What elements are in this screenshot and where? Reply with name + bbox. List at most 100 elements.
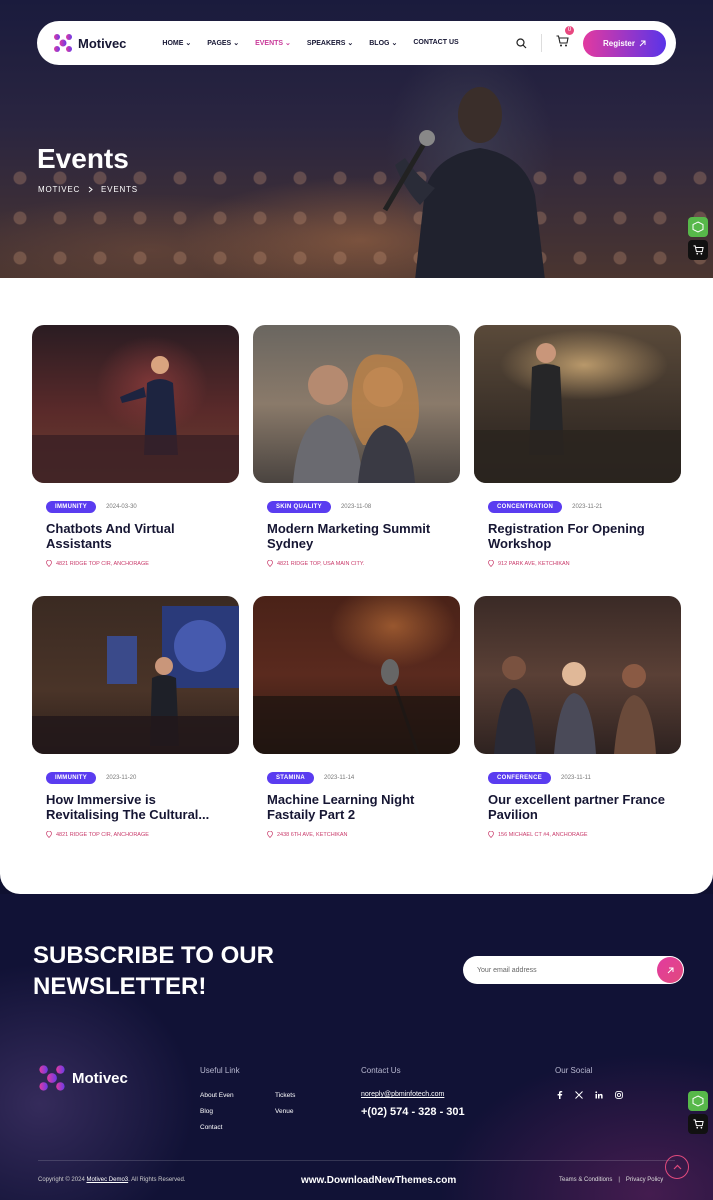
- useful-link-heading: Useful Link: [200, 1066, 240, 1075]
- chevron-up-icon: [673, 1164, 681, 1170]
- event-image[interactable]: [474, 596, 681, 754]
- search-icon[interactable]: [516, 37, 527, 49]
- menu-item-speakers[interactable]: SPEAKERS ⌄: [307, 39, 353, 47]
- event-tag[interactable]: IMMUNITY: [46, 501, 97, 513]
- event-image[interactable]: [32, 596, 239, 754]
- event-tag[interactable]: STAMINA: [267, 772, 314, 784]
- contact-email-link[interactable]: noreply@pbminfotech.com: [361, 1091, 444, 1098]
- audience-illustration: [494, 656, 656, 754]
- event-card[interactable]: STAMINA 2023-11-14 Machine Learning Nigh…: [253, 596, 460, 838]
- subscribe-button[interactable]: [657, 957, 683, 983]
- cart-icon: [556, 35, 569, 47]
- footer-link-about[interactable]: About Even: [200, 1092, 234, 1099]
- footer-brand-logo[interactable]: Motivec: [38, 1064, 128, 1092]
- nav-divider: [541, 34, 542, 52]
- main-menu: HOME ⌄ PAGES ⌄ EVENTS ⌄ SPEAKERS ⌄ BLOG …: [162, 39, 458, 47]
- event-card[interactable]: CONCENTRATION 2023-11-21 Registration Fo…: [474, 325, 681, 567]
- terms-link[interactable]: Teams & Conditions: [559, 1177, 612, 1183]
- footer-link-venue[interactable]: Venue: [275, 1108, 293, 1115]
- presentation-illustration: [32, 606, 239, 754]
- event-location: 156 MICHAEL CT #4, ANCHORAGE: [488, 831, 681, 838]
- newsletter-title: SUBSCRIBE TO OUR NEWSLETTER!: [33, 940, 274, 1002]
- side-widget-cart[interactable]: [688, 240, 708, 260]
- contact-phone: +(02) 574 - 328 - 301: [361, 1106, 465, 1118]
- x-icon[interactable]: [575, 1091, 583, 1099]
- cube-icon: [692, 1095, 704, 1107]
- brand-logo[interactable]: Motivec: [53, 33, 126, 53]
- event-title-line: Chatbots And Virtual: [46, 521, 175, 536]
- menu-item-events[interactable]: EVENTS ⌄: [255, 39, 291, 47]
- event-image[interactable]: [474, 325, 681, 483]
- speaker-illustration: [474, 343, 681, 483]
- cart-icon: [693, 245, 704, 255]
- menu-item-home[interactable]: HOME ⌄: [162, 39, 191, 47]
- event-title[interactable]: How Immersive is Revitalising The Cultur…: [46, 792, 225, 822]
- event-title[interactable]: Chatbots And Virtual Assistants: [46, 521, 225, 551]
- event-location-text: 2438 6TH AVE, KETCHIKAN: [277, 831, 348, 838]
- brand-name: Motivec: [78, 35, 127, 51]
- cart-button[interactable]: 0: [556, 26, 574, 52]
- breadcrumb-home[interactable]: MOTIVEC: [38, 185, 80, 194]
- event-card[interactable]: IMMUNITY 2023-11-20 How Immersive is Rev…: [32, 596, 239, 838]
- event-title[interactable]: Our excellent partner France Pavilion: [488, 792, 667, 822]
- legal-links: Teams & Conditions | Privacy Policy: [559, 1177, 663, 1183]
- event-date: 2023-11-20: [106, 775, 137, 781]
- event-title[interactable]: Registration For Opening Workshop: [488, 521, 667, 551]
- contact-heading: Contact Us: [361, 1066, 401, 1075]
- scroll-to-top-button[interactable]: [665, 1155, 689, 1179]
- side-widget-demo[interactable]: [688, 217, 708, 237]
- side-widget-cart[interactable]: [688, 1114, 708, 1134]
- page-title: Events: [37, 143, 129, 174]
- menu-item-contact[interactable]: CONTACT US: [413, 39, 458, 47]
- chevron-down-icon: ⌄: [285, 40, 291, 47]
- side-widget-demo[interactable]: [688, 1091, 708, 1111]
- menu-label: SPEAKERS: [306, 40, 346, 47]
- logo-icon: [54, 34, 72, 52]
- event-title[interactable]: Machine Learning Night Fastaily Part 2: [267, 792, 446, 822]
- event-location: 2438 6TH AVE, KETCHIKAN: [267, 831, 460, 838]
- menu-item-blog[interactable]: BLOG ⌄: [369, 39, 397, 47]
- event-image[interactable]: [32, 325, 239, 483]
- event-title-line: Assistants: [46, 536, 112, 551]
- footer-link-tickets[interactable]: Tickets: [275, 1092, 295, 1099]
- event-tag[interactable]: IMMUNITY: [46, 772, 97, 784]
- chevron-down-icon: ⌄: [233, 40, 240, 47]
- newsletter-email-input[interactable]: Your email address: [463, 956, 684, 984]
- location-pin-icon: [46, 560, 52, 567]
- event-image[interactable]: [253, 596, 460, 754]
- copyright-link[interactable]: Motivec Demo3: [86, 1177, 128, 1183]
- footer-link-contact[interactable]: Contact: [200, 1124, 222, 1131]
- event-tag[interactable]: CONFERENCE: [488, 772, 552, 784]
- microphone-illustration: [253, 659, 460, 754]
- event-location-text: 4821 RIDGE TOP CIR, ANCHORAGE: [56, 831, 149, 838]
- cart-count-badge: 0: [565, 26, 574, 35]
- register-button[interactable]: Register: [583, 29, 666, 57]
- event-card[interactable]: IMMUNITY 2024-03-30 Chatbots And Virtual…: [32, 325, 239, 567]
- legal-separator: |: [618, 1177, 620, 1183]
- logo-icon: [39, 1065, 65, 1091]
- event-date: 2023-11-11: [561, 775, 591, 781]
- event-image[interactable]: [253, 325, 460, 483]
- copyright-prefix: Copyright © 2024: [38, 1177, 85, 1183]
- newsletter-title-line: NEWSLETTER!: [33, 973, 207, 1000]
- event-tag[interactable]: SKIN QUALITY: [267, 501, 331, 513]
- event-tag[interactable]: CONCENTRATION: [488, 501, 563, 513]
- privacy-link[interactable]: Privacy Policy: [626, 1177, 663, 1183]
- event-card[interactable]: SKIN QUALITY 2023-11-08 Modern Marketing…: [253, 325, 460, 567]
- event-title-line: Revitalising The Cultural...: [46, 807, 210, 822]
- menu-label: PAGES: [207, 40, 232, 47]
- event-location-text: 4821 RIDGE TOP CIR, ANCHORAGE: [56, 560, 149, 567]
- facebook-icon[interactable]: [556, 1091, 563, 1099]
- menu-item-pages[interactable]: PAGES ⌄: [207, 39, 239, 47]
- linkedin-icon[interactable]: [595, 1091, 603, 1099]
- event-location-text: 156 MICHAEL CT #4, ANCHORAGE: [498, 831, 588, 838]
- event-meta: IMMUNITY 2023-11-20: [46, 772, 239, 784]
- footer-link-blog[interactable]: Blog: [200, 1108, 213, 1115]
- event-date: 2023-11-14: [324, 775, 355, 781]
- event-title[interactable]: Modern Marketing Summit Sydney: [267, 521, 446, 551]
- event-title-line: Workshop: [488, 536, 552, 551]
- instagram-icon[interactable]: [615, 1091, 623, 1099]
- event-card[interactable]: CONFERENCE 2023-11-11 Our excellent part…: [474, 596, 681, 838]
- chevron-right-icon: [88, 186, 93, 193]
- location-pin-icon: [488, 560, 494, 567]
